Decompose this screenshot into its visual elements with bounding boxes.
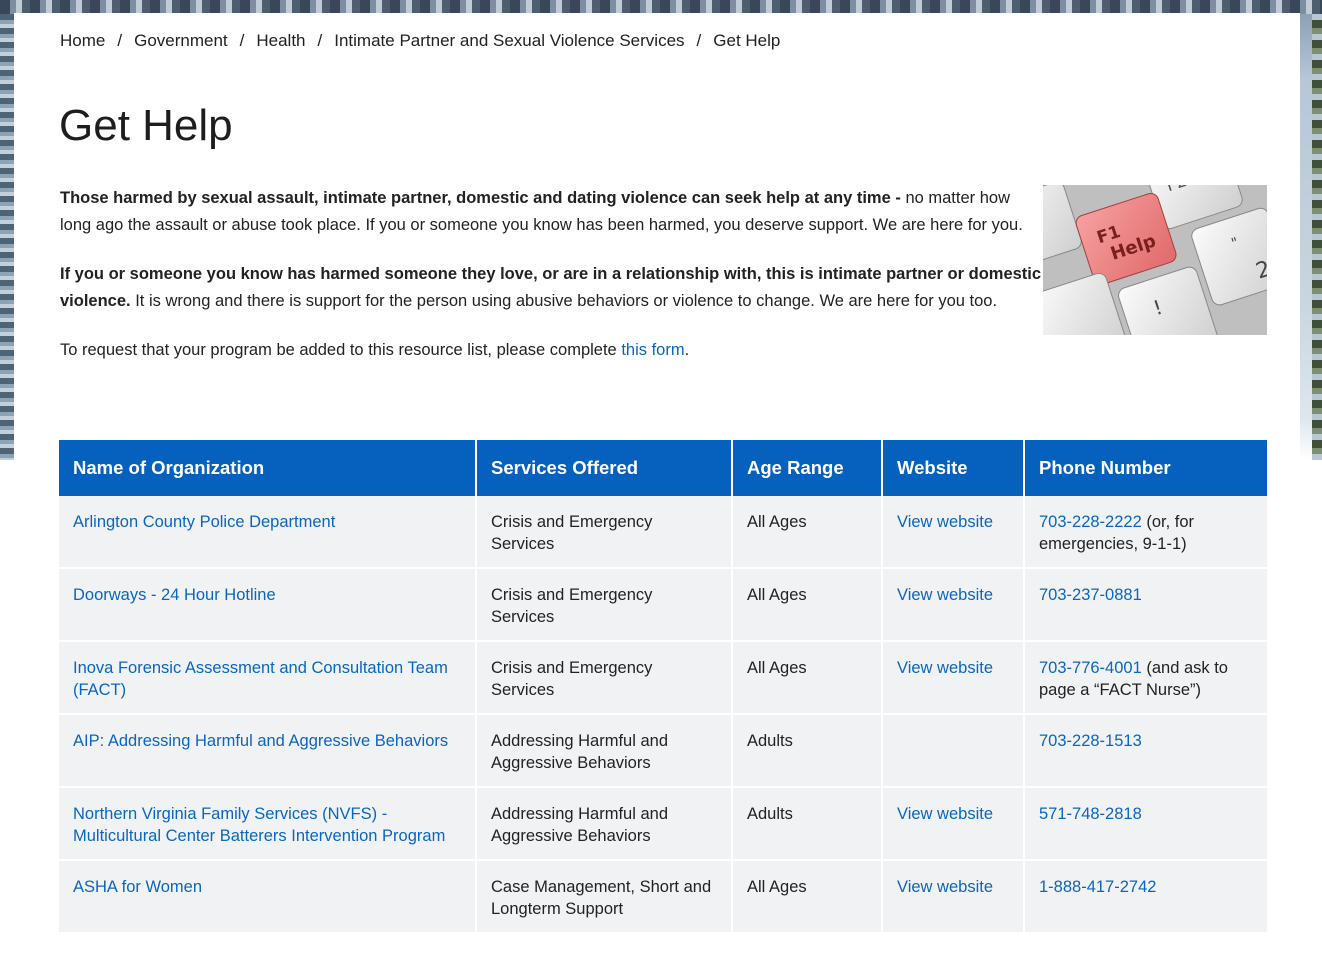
org-cell: AIP: Addressing Harmful and Aggressive B… [59, 715, 477, 788]
breadcrumb-separator: / [696, 31, 702, 50]
breadcrumb-health[interactable]: Health [256, 31, 305, 51]
website-cell: View website [883, 496, 1025, 569]
org-link[interactable]: Northern Virginia Family Services (NVFS)… [73, 805, 445, 845]
phone-cell: 703-776-4001 (and ask to page a “FACT Nu… [1025, 642, 1267, 715]
website-link[interactable]: View website [897, 878, 993, 896]
services-cell: Crisis and Emergency Services [477, 496, 733, 569]
request-form-link[interactable]: this form [621, 341, 684, 359]
breadcrumb-separator: / [239, 31, 245, 50]
website-link[interactable]: View website [897, 586, 993, 604]
website-link[interactable]: View website [897, 805, 993, 823]
intro-p2-rest: It is wrong and there is support for the… [130, 292, 998, 310]
intro-p3-text: To request that your program be added to… [60, 341, 622, 359]
services-cell: Crisis and Emergency Services [477, 569, 733, 642]
table-row: AIP: Addressing Harmful and Aggressive B… [59, 715, 1267, 788]
phone-link[interactable]: 703-228-2222 [1039, 513, 1142, 531]
header-photo-strip [0, 0, 1322, 14]
org-cell: ASHA for Women [59, 861, 477, 934]
header-organization: Name of Organization [59, 440, 477, 496]
services-cell: Addressing Harmful and Aggressive Behavi… [477, 715, 733, 788]
table-header-row: Name of Organization Services Offered Ag… [59, 440, 1267, 496]
phone-cell: 571-748-2818 [1025, 788, 1267, 861]
header-phone: Phone Number [1025, 440, 1267, 496]
website-cell: View website [883, 642, 1025, 715]
phone-link[interactable]: 703-776-4001 [1039, 659, 1142, 677]
website-link[interactable]: View website [897, 513, 993, 531]
services-cell: Case Management, Short and Longterm Supp… [477, 861, 733, 934]
breadcrumb-ipsv-services[interactable]: Intimate Partner and Sexual Violence Ser… [334, 31, 684, 51]
breadcrumb-separator: / [117, 31, 123, 50]
org-link[interactable]: Doorways - 24 Hour Hotline [73, 586, 276, 604]
main-content: Home / Government / Health / Intimate Pa… [14, 13, 1300, 954]
age-cell: Adults [733, 715, 883, 788]
header-services: Services Offered [477, 440, 733, 496]
breadcrumb-separator: / [317, 31, 323, 50]
keyboard-illustration: F1 Help F2 ! " 2 [1043, 185, 1267, 335]
table-row: Northern Virginia Family Services (NVFS)… [59, 788, 1267, 861]
org-link[interactable]: ASHA for Women [73, 878, 202, 896]
header-website: Website [883, 440, 1025, 496]
breadcrumb-government[interactable]: Government [134, 31, 228, 51]
intro-text: Those harmed by sexual assault, intimate… [60, 185, 1044, 386]
org-link[interactable]: Inova Forensic Assessment and Consultati… [73, 659, 448, 699]
website-cell: View website [883, 788, 1025, 861]
table-row: Inova Forensic Assessment and Consultati… [59, 642, 1267, 715]
phone-link[interactable]: 703-228-1513 [1039, 732, 1142, 750]
intro-p3-end: . [684, 341, 690, 359]
phone-cell: 703-228-2222 (or, for emergencies, 9-1-1… [1025, 496, 1267, 569]
intro-paragraph-1: Those harmed by sexual assault, intimate… [60, 185, 1044, 239]
breadcrumb: Home / Government / Health / Intimate Pa… [60, 31, 780, 51]
intro-paragraph-3: To request that your program be added to… [60, 337, 1044, 364]
phone-link[interactable]: 703-237-0881 [1039, 586, 1142, 604]
org-cell: Inova Forensic Assessment and Consultati… [59, 642, 477, 715]
website-cell: View website [883, 569, 1025, 642]
services-cell: Crisis and Emergency Services [477, 642, 733, 715]
website-cell: View website [883, 861, 1025, 934]
intro-p1-bold: Those harmed by sexual assault, intimate… [60, 189, 901, 207]
org-link[interactable]: Arlington County Police Department [73, 513, 335, 531]
table-row: ASHA for Women Case Management, Short an… [59, 861, 1267, 934]
table-row: Arlington County Police Department Crisi… [59, 496, 1267, 569]
age-cell: All Ages [733, 642, 883, 715]
table-row: Doorways - 24 Hour Hotline Crisis and Em… [59, 569, 1267, 642]
breadcrumb-home[interactable]: Home [60, 31, 105, 51]
age-cell: All Ages [733, 496, 883, 569]
phone-link[interactable]: 571-748-2818 [1039, 805, 1142, 823]
website-cell [883, 715, 1025, 788]
phone-cell: 703-237-0881 [1025, 569, 1267, 642]
services-cell: Addressing Harmful and Aggressive Behavi… [477, 788, 733, 861]
header-age-range: Age Range [733, 440, 883, 496]
age-cell: All Ages [733, 569, 883, 642]
age-cell: Adults [733, 788, 883, 861]
org-cell: Arlington County Police Department [59, 496, 477, 569]
page-title: Get Help [59, 101, 233, 150]
org-link[interactable]: AIP: Addressing Harmful and Aggressive B… [73, 732, 448, 750]
resource-table: Name of Organization Services Offered Ag… [59, 440, 1267, 934]
org-cell: Northern Virginia Family Services (NVFS)… [59, 788, 477, 861]
breadcrumb-current: Get Help [713, 31, 781, 50]
age-cell: All Ages [733, 861, 883, 934]
keyboard-help-image: F1 Help F2 ! " 2 [1043, 185, 1267, 335]
phone-link[interactable]: 1-888-417-2742 [1039, 878, 1156, 896]
org-cell: Doorways - 24 Hour Hotline [59, 569, 477, 642]
phone-cell: 1-888-417-2742 [1025, 861, 1267, 934]
intro-paragraph-2: If you or someone you know has harmed so… [60, 261, 1044, 315]
phone-cell: 703-228-1513 [1025, 715, 1267, 788]
website-link[interactable]: View website [897, 659, 993, 677]
